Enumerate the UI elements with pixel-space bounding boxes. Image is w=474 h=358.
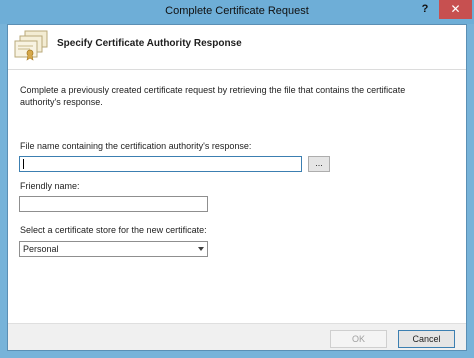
file-name-label: File name containing the certification a…: [20, 141, 252, 151]
file-name-input[interactable]: [19, 156, 302, 172]
help-button[interactable]: ?: [412, 0, 438, 19]
certificate-stack-icon: [14, 30, 48, 61]
wizard-header: Specify Certificate Authority Response: [8, 25, 466, 69]
button-bar: OK Cancel: [8, 323, 466, 350]
cancel-button[interactable]: Cancel: [398, 330, 455, 348]
text-caret: [23, 159, 24, 169]
dialog-window: Complete Certificate Request ? ✕ Specify…: [0, 0, 474, 358]
chevron-down-icon: [198, 247, 204, 251]
close-button[interactable]: ✕: [439, 0, 472, 19]
ok-button[interactable]: OK: [330, 330, 387, 348]
dialog-client-area: Specify Certificate Authority Response C…: [7, 24, 467, 351]
window-title: Complete Certificate Request: [165, 5, 309, 17]
certificate-store-value: Personal: [23, 244, 59, 254]
friendly-name-input[interactable]: [19, 196, 208, 212]
certificate-store-label: Select a certificate store for the new c…: [20, 225, 207, 235]
header-divider: [8, 69, 466, 70]
title-bar[interactable]: Complete Certificate Request ? ✕: [0, 0, 474, 24]
browse-button[interactable]: ...: [308, 156, 330, 172]
certificate-store-select[interactable]: Personal: [19, 241, 208, 257]
friendly-name-label: Friendly name:: [20, 181, 80, 191]
description-text: Complete a previously created certificat…: [20, 85, 406, 107]
wizard-page-title: Specify Certificate Authority Response: [57, 38, 242, 49]
